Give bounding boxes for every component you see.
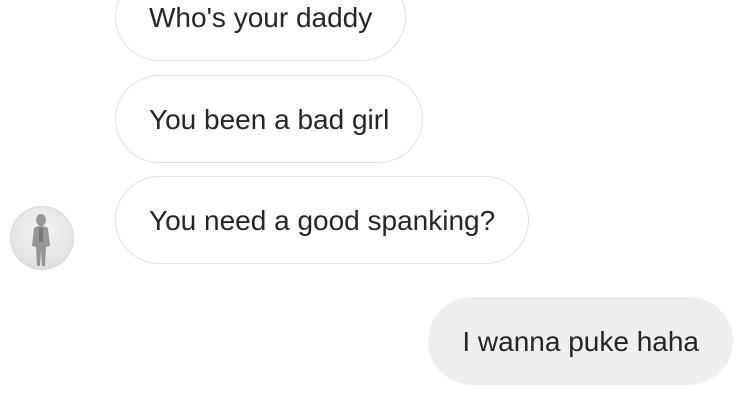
message-thread: Who's your daddy You been a bad girl You… bbox=[0, 0, 750, 394]
message-text: You need a good spanking? bbox=[149, 205, 496, 236]
message-text: I wanna puke haha bbox=[462, 326, 699, 357]
received-message[interactable]: You need a good spanking? bbox=[115, 176, 530, 264]
sent-message[interactable]: I wanna puke haha bbox=[428, 297, 733, 385]
received-message[interactable]: You been a bad girl bbox=[115, 75, 424, 163]
message-text: You been a bad girl bbox=[149, 104, 390, 135]
received-message[interactable]: Who's your daddy bbox=[115, 0, 407, 61]
sender-avatar[interactable] bbox=[10, 206, 74, 270]
message-text: Who's your daddy bbox=[149, 2, 373, 33]
person-photo-avatar-icon bbox=[32, 214, 50, 266]
